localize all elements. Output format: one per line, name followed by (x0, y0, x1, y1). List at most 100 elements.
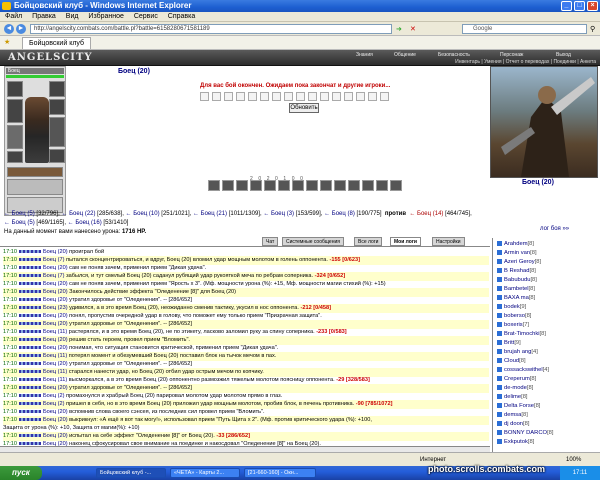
ring-row-icon[interactable] (7, 167, 63, 177)
close-button[interactable]: × (587, 1, 598, 11)
chat-author[interactable]: Боец (20) (43, 337, 68, 343)
tab-my-logs[interactable]: Мои логи (390, 237, 422, 246)
nav-communication[interactable]: Общение (394, 52, 416, 58)
boots-slot-icon[interactable] (49, 149, 65, 163)
user-list-item[interactable]: Babubudu[8] (497, 276, 537, 284)
skill-slot-icon[interactable] (236, 180, 248, 191)
user-list-item[interactable]: Armin van[8] (497, 249, 537, 257)
maximize-button[interactable]: □ (574, 1, 585, 11)
skill-slot-icon[interactable] (362, 180, 374, 191)
user-list-item[interactable]: B Reshad[8] (497, 267, 536, 275)
helmet-slot-icon[interactable] (7, 81, 23, 97)
skill-slot-icon[interactable] (222, 180, 234, 191)
ally-7[interactable]: ← Боец (16) (68, 220, 102, 226)
menu-file[interactable]: Файл (5, 13, 22, 20)
user-list-item[interactable]: dj doon[8] (497, 420, 529, 428)
nav-exit[interactable]: Выход (556, 52, 571, 58)
shield-slot-icon[interactable] (49, 117, 65, 147)
back-icon[interactable]: ◄ (4, 24, 14, 34)
chat-author[interactable]: Боец (20) (43, 289, 68, 295)
chat-author[interactable]: Боец (20) (43, 297, 68, 303)
skill-slot-icon[interactable] (250, 180, 262, 191)
chat-author[interactable]: Боец (20) (43, 249, 68, 255)
tab-settings[interactable]: Настройки (432, 237, 465, 246)
amulet-slot-icon[interactable] (49, 81, 65, 97)
chat-author[interactable]: Боец (20) (43, 385, 68, 391)
menu-view[interactable]: Вид (66, 13, 79, 20)
chat-author[interactable]: Боец (20) (43, 417, 68, 423)
armor-slot-icon[interactable] (7, 99, 23, 123)
gloves-slot-icon[interactable] (49, 99, 65, 115)
user-list-item[interactable]: Brat-Timochki[8] (497, 330, 546, 338)
skill-slot-icon[interactable] (208, 180, 220, 191)
skill-slot-icon[interactable] (376, 180, 388, 191)
skill-slot-icon[interactable] (348, 180, 360, 191)
chat-author[interactable]: Боец (7) (43, 273, 65, 279)
skill-slot-icon[interactable] (334, 180, 346, 191)
search-input[interactable]: Google (462, 24, 587, 34)
user-list-item[interactable]: cossackswithel[4] (497, 366, 549, 374)
menu-tools[interactable]: Сервис (134, 13, 158, 20)
opponent-label[interactable]: Боец (20) (118, 68, 150, 75)
chat-author[interactable]: Боец (11) (43, 377, 67, 383)
minimize-button[interactable]: _ (561, 1, 572, 11)
ally-5[interactable]: ← Боец (8) (324, 211, 355, 217)
chat-author[interactable]: Боец (20) (43, 281, 68, 287)
skill-slot-icon[interactable] (390, 180, 402, 191)
skill-slot-icon[interactable] (278, 180, 290, 191)
chat-author[interactable]: Боец (11) (43, 329, 67, 335)
ally-4[interactable]: ← Боец (3) (263, 211, 294, 217)
user-list-item[interactable]: Creperum[8] (497, 375, 536, 383)
skill-slot-icon[interactable] (306, 180, 318, 191)
chat-author[interactable]: Боец (11) (43, 369, 67, 375)
user-list-item[interactable]: brujah ang[4] (497, 348, 538, 356)
user-list-item[interactable]: Arahdem[8] (497, 240, 534, 248)
chat-author[interactable]: Боец (20) (43, 345, 68, 351)
user-list-item[interactable]: Bambetel[8] (497, 285, 535, 293)
skill-slot-icon[interactable] (292, 180, 304, 191)
ally-0[interactable]: ← Боец (5) (4, 211, 35, 217)
chat-author[interactable]: Боец (20) (43, 321, 68, 327)
user-list-item[interactable]: Britt[9] (497, 339, 521, 347)
user-list-item[interactable]: BAXA ma[8] (497, 294, 535, 302)
ally-1[interactable]: ← Боец (22) (61, 211, 95, 217)
chat-author[interactable]: Боец (20) (43, 361, 68, 367)
user-list-item[interactable]: Cloud[8] (497, 357, 526, 365)
skill-slot-icon[interactable] (320, 180, 332, 191)
chat-author[interactable]: Боец (20) (43, 409, 68, 415)
chat-author[interactable]: Боец (23) (43, 305, 68, 311)
belt-slot-icon[interactable] (7, 151, 23, 163)
ally-3[interactable]: ← Боец (21) (193, 211, 227, 217)
forward-icon[interactable]: ► (16, 24, 26, 34)
nav-security[interactable]: Безопасность (438, 52, 470, 58)
tab-fight-club[interactable]: Бойцовский клуб (22, 37, 92, 49)
chat-author[interactable]: Боец (2) (43, 393, 65, 399)
hammer-weapon-icon[interactable] (7, 125, 23, 149)
task-cards[interactable]: «ЧЕТА» - Карты 2... (170, 468, 240, 478)
chat-author[interactable]: Боец (7) (43, 257, 65, 263)
nav-knowledge[interactable]: Знания (356, 52, 373, 58)
tab-system[interactable]: Системные сообщения (282, 237, 344, 246)
user-list-item[interactable]: de-mode[8] (497, 384, 533, 392)
chat-author[interactable]: Боец (20) (43, 433, 68, 439)
url-input[interactable]: http://angelscity.combats.com/battle.pl?… (30, 24, 392, 34)
tab-chat[interactable]: Чат (262, 237, 279, 246)
task-window[interactable]: [21-660-160] - Окн... (244, 468, 316, 478)
search-icon[interactable]: ⚲ (590, 25, 595, 33)
user-list-item[interactable]: Exkputok[8] (497, 438, 534, 446)
zoom-label[interactable]: 100% (566, 453, 581, 467)
user-list-item[interactable]: boberso[8] (497, 312, 531, 320)
user-list-item[interactable]: delime[8] (497, 393, 528, 401)
refresh-button[interactable]: Обновить (289, 103, 319, 113)
chat-author[interactable]: Боец (2) (43, 401, 65, 407)
chat-author[interactable]: Боец (20) (43, 313, 68, 319)
menu-help[interactable]: Справка (168, 13, 195, 20)
inventory-row-icon[interactable] (7, 179, 63, 195)
tab-all-logs[interactable]: Все логи (354, 237, 383, 246)
enemy-0[interactable]: ← Боец (14) (409, 211, 443, 217)
ally-6[interactable]: ← Боец (5) (4, 220, 35, 226)
user-list-item[interactable]: Delta Forse[8] (497, 402, 540, 410)
battle-log-link[interactable]: лог боя »» (540, 226, 569, 232)
skill-slot-icon[interactable] (264, 180, 276, 191)
ally-2[interactable]: ← Боец (10) (126, 211, 160, 217)
